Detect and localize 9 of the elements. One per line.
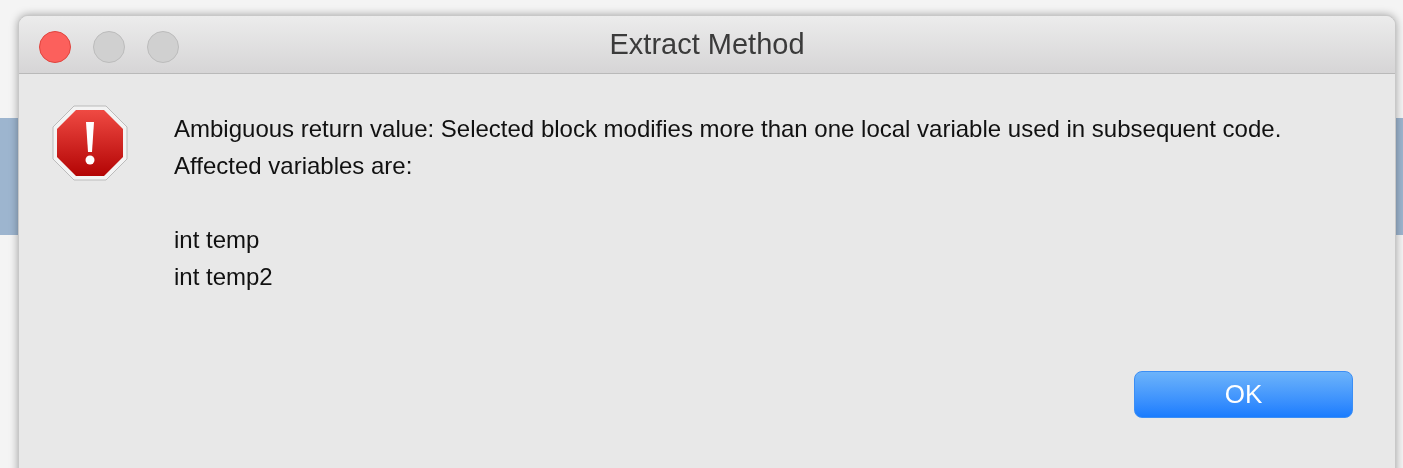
close-button[interactable] bbox=[39, 31, 71, 63]
variable-name: int temp2 bbox=[174, 262, 274, 292]
ok-button[interactable]: OK bbox=[1134, 371, 1353, 418]
window-title: Extract Method bbox=[609, 26, 805, 62]
message-text: Ambiguous return value: Selected block modifies more than one local variable used in subsequent code. Affected variables are: bbox=[174, 114, 1283, 181]
zoom-button[interactable] bbox=[147, 31, 179, 63]
minimize-button[interactable] bbox=[93, 31, 125, 63]
variable-name: int temp bbox=[174, 225, 261, 255]
error-icon bbox=[51, 104, 129, 182]
